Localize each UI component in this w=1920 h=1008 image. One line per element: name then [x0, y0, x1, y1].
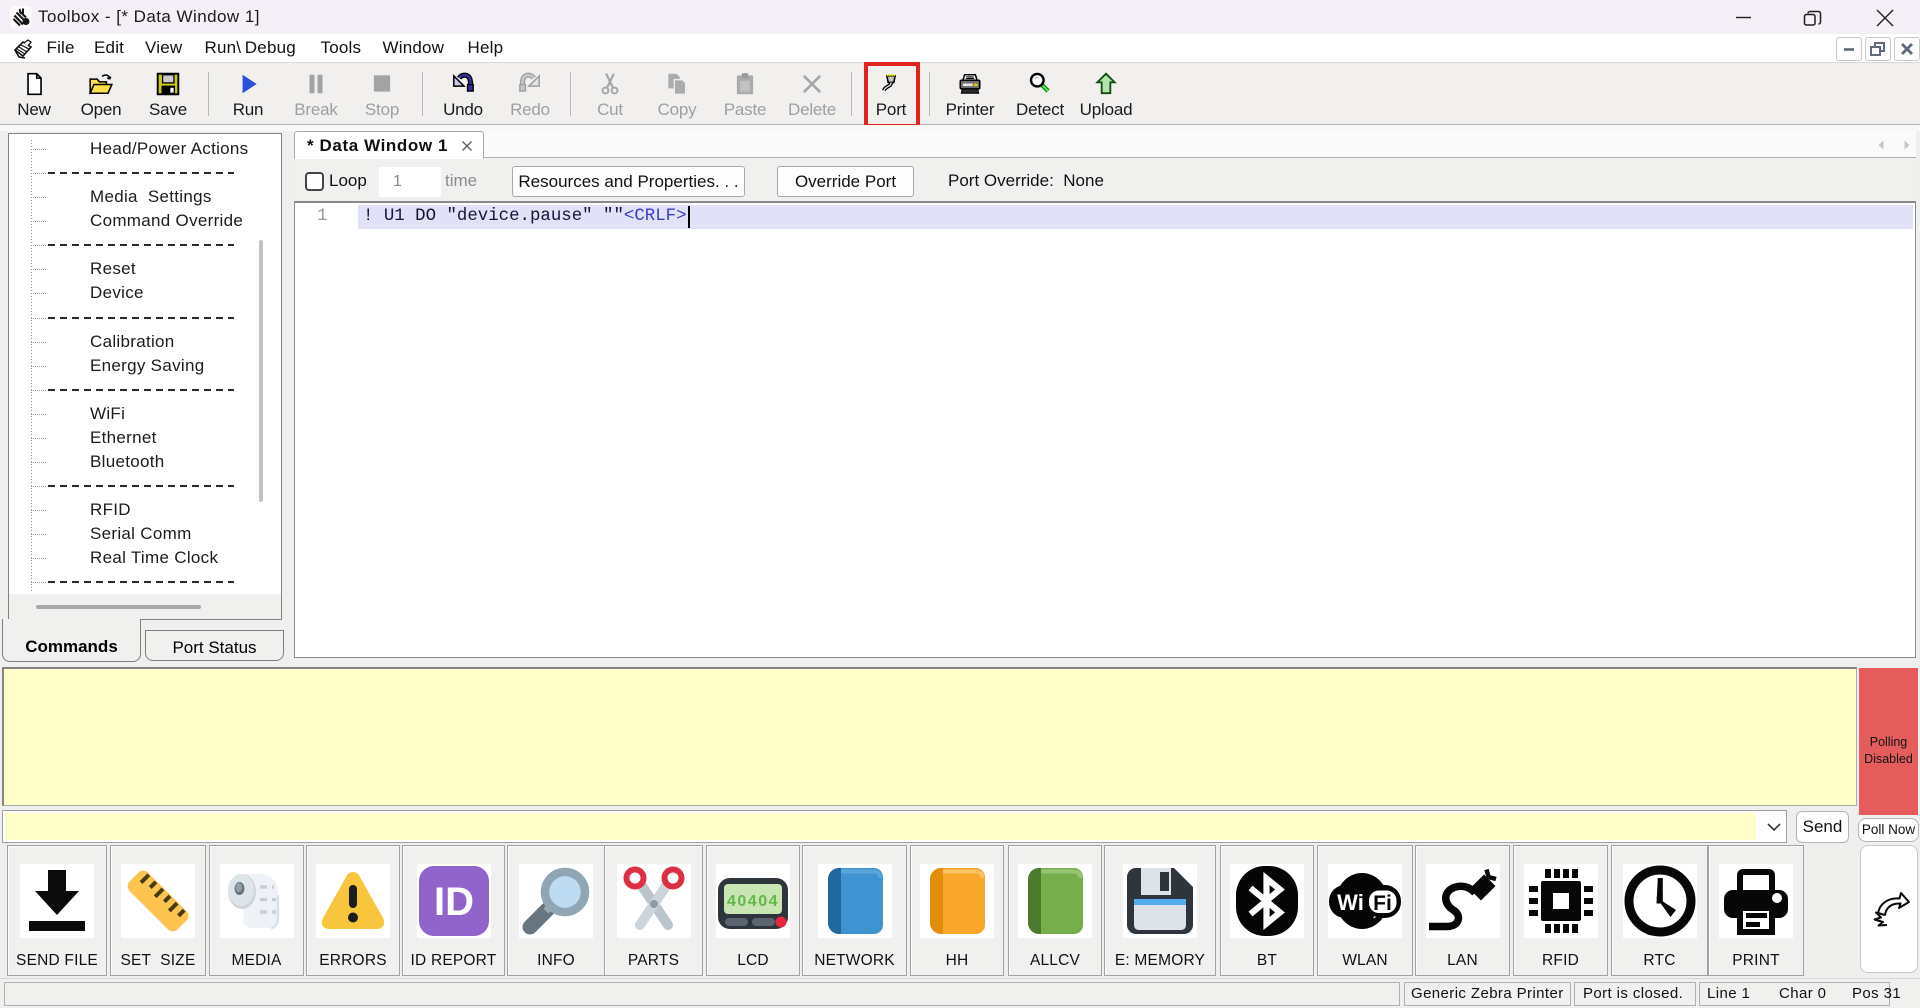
- svg-text:Fi: Fi: [1373, 892, 1392, 915]
- svg-text:ID: ID: [434, 880, 474, 924]
- svg-text:40404: 40404: [727, 893, 779, 910]
- svg-text:Wi: Wi: [1337, 890, 1364, 915]
